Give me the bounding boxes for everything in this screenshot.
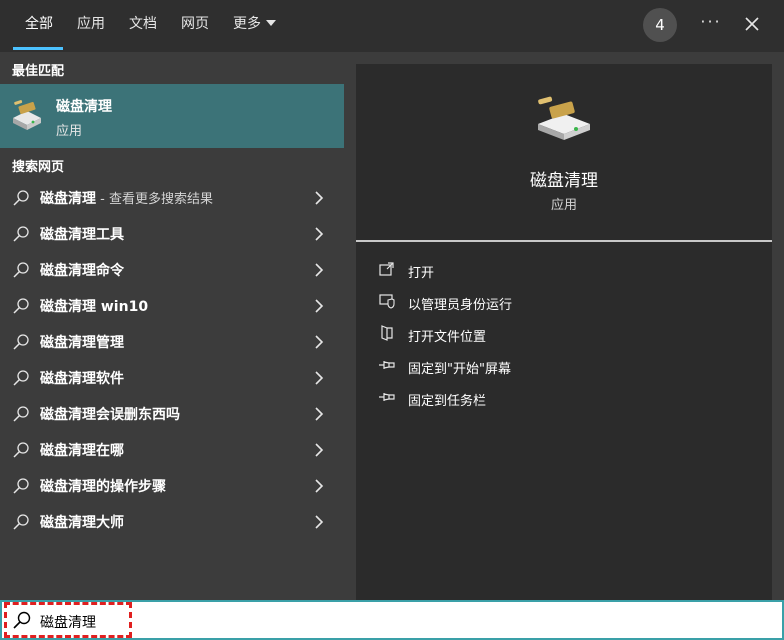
web-search-row[interactable]: 磁盘清理大师 [0, 504, 344, 540]
web-search-row[interactable]: 磁盘清理工具 [0, 216, 344, 252]
web-search-row[interactable]: 磁盘清理管理 [0, 324, 344, 360]
search-icon [13, 298, 29, 314]
web-search-row[interactable]: 磁盘清理在哪 [0, 432, 344, 468]
web-search-row-label: 磁盘清理工具 [40, 224, 124, 244]
disk-cleanup-large-icon [538, 96, 590, 140]
chevron-right-icon[interactable] [314, 443, 324, 457]
tab-docs[interactable]: 文档 [129, 0, 157, 52]
chevron-right-icon[interactable] [314, 227, 324, 241]
web-search-row-label: 磁盘清理 win10 [40, 296, 148, 316]
action-open[interactable]: 打开 [378, 258, 738, 282]
tab-apps[interactable]: 应用 [77, 0, 105, 52]
web-search-query: 磁盘清理工具 [40, 227, 124, 243]
chevron-right-icon[interactable] [314, 479, 324, 493]
close-button[interactable] [738, 10, 766, 38]
web-search-query: 磁盘清理软件 [40, 371, 124, 387]
web-search-heading: 搜索网页 [12, 160, 65, 175]
active-tab-indicator [13, 47, 63, 50]
more-options-button[interactable]: ··· [694, 12, 728, 38]
web-search-more-results: - 查看更多搜索结果 [96, 192, 213, 207]
web-search-row-label: 磁盘清理 - 查看更多搜索结果 [40, 188, 213, 208]
search-icon [13, 442, 29, 458]
action-pin-to-start[interactable]: 固定到"开始"屏幕 [378, 354, 738, 378]
web-search-row[interactable]: 磁盘清理命令 [0, 252, 344, 288]
tab-docs-label: 文档 [129, 16, 157, 32]
action-run-as-admin[interactable]: 以管理员身份运行 [378, 290, 738, 314]
preview-pane: 磁盘清理 应用 打开 以管理员身份运行 打开文件位置 固定到"开始"屏幕 固定到… [356, 64, 772, 600]
tab-more-label: 更多 [233, 16, 261, 32]
tab-web-label: 网页 [181, 16, 209, 32]
web-search-query: 磁盘清理的操作步骤 [40, 479, 166, 495]
web-search-row-label: 磁盘清理软件 [40, 368, 124, 388]
web-search-row-label: 磁盘清理大师 [40, 512, 124, 532]
search-icon [13, 514, 29, 530]
chevron-right-icon[interactable] [314, 191, 324, 205]
best-match-title: 磁盘清理 [56, 99, 112, 115]
search-icon [13, 406, 29, 422]
web-search-query: 磁盘清理 [40, 191, 96, 207]
preview-title: 磁盘清理 [530, 171, 598, 191]
chevron-right-icon[interactable] [314, 407, 324, 421]
web-search-row[interactable]: 磁盘清理 - 查看更多搜索结果 [0, 180, 344, 216]
search-icon [13, 478, 29, 494]
web-search-row-label: 磁盘清理会误删东西吗 [40, 404, 180, 424]
action-open-file-location-label: 打开文件位置 [408, 330, 487, 345]
action-run-as-admin-label: 以管理员身份运行 [408, 298, 513, 313]
search-icon [13, 370, 29, 386]
search-icon [13, 262, 29, 278]
close-icon [745, 17, 759, 31]
web-search-query: 磁盘清理 win10 [40, 299, 149, 315]
web-search-query: 磁盘清理会误删东西吗 [40, 407, 180, 423]
web-search-row[interactable]: 磁盘清理的操作步骤 [0, 468, 344, 504]
web-search-row[interactable]: 磁盘清理会误删东西吗 [0, 396, 344, 432]
web-search-query: 磁盘清理命令 [40, 263, 124, 279]
web-search-row-label: 磁盘清理的操作步骤 [40, 476, 166, 496]
web-search-row-label: 磁盘清理命令 [40, 260, 124, 280]
web-search-query: 磁盘清理管理 [40, 335, 124, 351]
web-search-query: 磁盘清理大师 [40, 515, 124, 531]
top-tab-bar: 全部 应用 文档 网页 更多 4 ··· [0, 0, 784, 52]
disk-cleanup-icon [13, 100, 41, 130]
pin-icon [379, 361, 395, 369]
chevron-right-icon[interactable] [314, 371, 324, 385]
tab-more[interactable]: 更多 [233, 0, 276, 52]
action-pin-to-start-label: 固定到"开始"屏幕 [408, 362, 511, 377]
search-highlight-annotation [4, 602, 132, 638]
action-open-file-location[interactable]: 打开文件位置 [378, 322, 738, 346]
search-icon [13, 334, 29, 350]
action-pin-to-taskbar[interactable]: 固定到任务栏 [378, 386, 738, 410]
search-icon [13, 226, 29, 242]
results-pane: 最佳匹配 磁盘清理 应用 搜索网页 磁盘清理 - 查看更多搜索结果 磁盘清理工具磁… [0, 52, 344, 600]
best-match-subtitle: 应用 [56, 124, 83, 139]
tab-web[interactable]: 网页 [181, 0, 209, 52]
preview-divider [356, 240, 772, 242]
best-match-heading: 最佳匹配 [12, 64, 65, 79]
caret-down-icon [266, 19, 276, 26]
rewards-badge[interactable]: 4 [643, 8, 677, 42]
action-open-label: 打开 [408, 266, 435, 281]
chevron-right-icon[interactable] [314, 335, 324, 349]
admin-shield-icon [379, 294, 395, 309]
best-match-item[interactable]: 磁盘清理 应用 [0, 84, 344, 148]
preview-subtitle: 应用 [550, 198, 577, 213]
search-icon [13, 190, 29, 206]
web-search-row[interactable]: 磁盘清理 win10 [0, 288, 344, 324]
tab-all-label: 全部 [25, 16, 53, 32]
chevron-right-icon[interactable] [314, 263, 324, 277]
web-search-row-label: 磁盘清理在哪 [40, 440, 124, 460]
open-icon [379, 262, 394, 276]
file-location-icon [381, 325, 393, 341]
web-search-row-label: 磁盘清理管理 [40, 332, 124, 352]
web-search-row[interactable]: 磁盘清理软件 [0, 360, 344, 396]
pin-icon [379, 393, 395, 401]
tab-apps-label: 应用 [77, 16, 105, 32]
tab-all[interactable]: 全部 [25, 0, 53, 52]
web-search-query: 磁盘清理在哪 [40, 443, 124, 459]
chevron-right-icon[interactable] [314, 515, 324, 529]
action-pin-to-taskbar-label: 固定到任务栏 [408, 394, 487, 409]
chevron-right-icon[interactable] [314, 299, 324, 313]
